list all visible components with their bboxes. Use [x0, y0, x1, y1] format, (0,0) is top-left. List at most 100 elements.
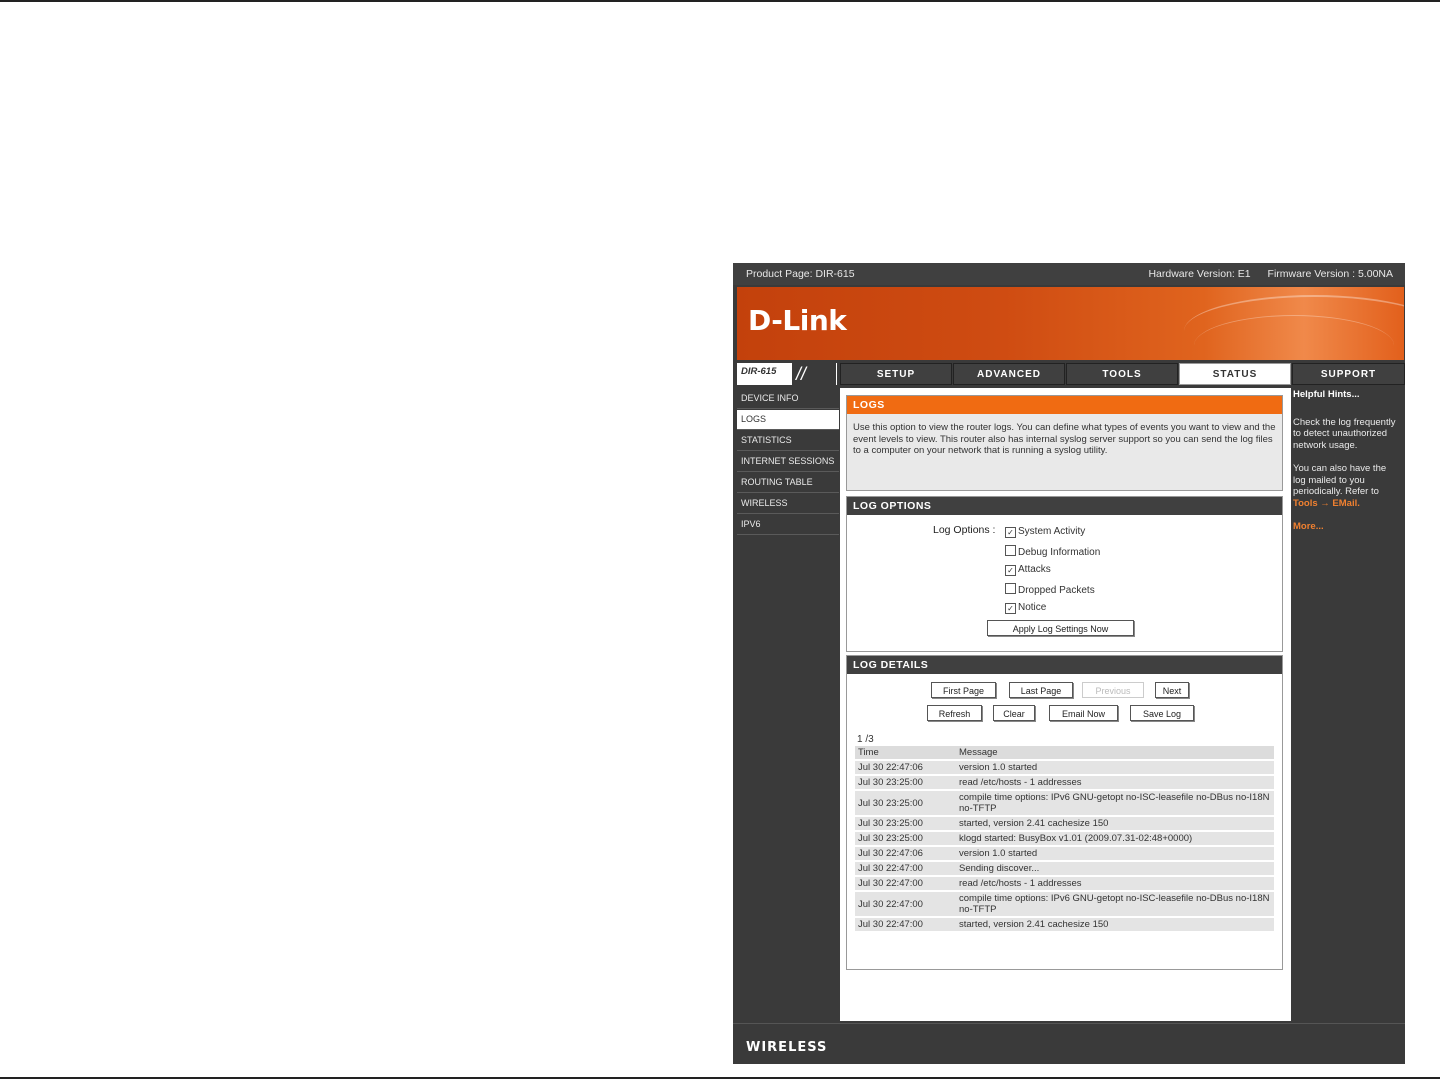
option-dropped-packets[interactable]: Dropped Packets: [1005, 583, 1095, 596]
helpful-hints: Helpful Hints... Check the log frequentl…: [1293, 389, 1401, 545]
log-time-cell: Jul 30 23:25:00: [855, 791, 956, 815]
log-time-cell: Jul 30 22:47:00: [855, 918, 956, 931]
table-row: Jul 30 22:47:00 Sending discover...: [855, 862, 1274, 875]
table-row: Jul 30 23:25:00 read /etc/hosts - 1 addre…: [855, 776, 1274, 789]
email-now-button[interactable]: Email Now: [1049, 705, 1118, 721]
hint-text-2: You can also have the log mailed to you …: [1293, 463, 1387, 497]
checkbox-system-activity[interactable]: ✓: [1005, 527, 1016, 538]
sidebar-item-routing-table[interactable]: ROUTING TABLE: [737, 473, 839, 493]
log-options-panel: LOG OPTIONS Log Options : ✓ System Activi…: [846, 496, 1283, 652]
tab-status[interactable]: STATUS: [1179, 363, 1291, 385]
product-page-link[interactable]: Product Page: DIR-615: [746, 268, 855, 280]
firmware-version: Firmware Version : 5.00NA: [1267, 268, 1393, 280]
log-time-cell: Jul 30 22:47:00: [855, 892, 956, 916]
hint-paragraph-2: You can also have the log mailed to you …: [1293, 463, 1401, 509]
more-link[interactable]: More...: [1293, 521, 1324, 532]
table-row: Jul 30 23:25:00 started, version 2.41 cac…: [855, 817, 1274, 830]
clear-button[interactable]: Clear: [993, 705, 1035, 721]
sidebar: DEVICE INFO LOGS STATISTICS INTERNET SES…: [737, 389, 839, 536]
table-row: Jul 30 23:25:00 klogd started: BusyBox v1…: [855, 832, 1274, 845]
log-message-cell: compile time options: IPv6 GNU-getopt no…: [956, 791, 1274, 815]
main-content: LOGS Use this option to view the router …: [840, 388, 1291, 1021]
sidebar-item-logs[interactable]: LOGS: [737, 410, 839, 430]
hints-title: Helpful Hints...: [1293, 389, 1360, 400]
column-header-time: Time: [855, 746, 956, 759]
hint-paragraph-1: Check the log frequently to detect unaut…: [1293, 416, 1396, 451]
tab-tools[interactable]: TOOLS: [1066, 363, 1178, 385]
sidebar-item-wireless[interactable]: WIRELESS: [737, 494, 839, 514]
log-message-cell: version 1.0 started: [956, 847, 1274, 860]
previous-button[interactable]: Previous: [1082, 682, 1144, 698]
sidebar-item-device-info[interactable]: DEVICE INFO: [737, 389, 839, 409]
checkbox-notice[interactable]: ✓: [1005, 603, 1016, 614]
table-row: Jul 30 22:47:06 version 1.0 started: [855, 847, 1274, 860]
log-time-cell: Jul 30 22:47:00: [855, 877, 956, 890]
option-debug-information[interactable]: Debug Information: [1005, 545, 1100, 558]
table-row: Jul 30 22:47:06 version 1.0 started: [855, 761, 1274, 774]
option-label: Dropped Packets: [1018, 585, 1095, 596]
dlink-logo: D-Link: [748, 304, 847, 337]
option-label: System Activity: [1018, 526, 1086, 537]
log-options-label: Log Options :: [933, 524, 996, 536]
tools-email-link[interactable]: Tools → EMail.: [1293, 498, 1360, 509]
hardware-version: Hardware Version: E1: [1148, 268, 1251, 280]
first-page-button[interactable]: First Page: [931, 682, 996, 698]
log-table-header: Time Message: [855, 746, 1274, 759]
log-time-cell: Jul 30 22:47:06: [855, 761, 956, 774]
column-header-message: Message: [956, 746, 1274, 759]
log-time-cell: Jul 30 22:47:00: [855, 862, 956, 875]
sidebar-item-ipv6[interactable]: IPV6: [737, 515, 839, 535]
log-table: Time Message Jul 30 22:47:06 version 1.0 …: [855, 744, 1274, 933]
log-message-cell: version 1.0 started: [956, 761, 1274, 774]
logs-panel-title: LOGS: [847, 396, 1282, 414]
log-time-cell: Jul 30 23:25:00: [855, 776, 956, 789]
main-nav: DIR-615 // SETUP ADVANCED TOOLS STATUS S…: [733, 362, 1405, 386]
log-message-cell: started, version 2.41 cachesize 150: [956, 918, 1274, 931]
model-label: DIR-615: [741, 366, 777, 377]
top-info-bar: Product Page: DIR-615 Hardware Version: …: [733, 263, 1405, 285]
footer-bar: WIRELESS: [733, 1023, 1405, 1064]
logs-intro-panel: LOGS Use this option to view the router …: [846, 395, 1283, 491]
sidebar-item-internet-sessions[interactable]: INTERNET SESSIONS: [737, 452, 839, 472]
log-time-cell: Jul 30 23:25:00: [855, 817, 956, 830]
log-time-cell: Jul 30 23:25:00: [855, 832, 956, 845]
option-attacks[interactable]: ✓ Attacks: [1005, 564, 1051, 576]
option-label: Debug Information: [1018, 547, 1101, 558]
log-message-cell: started, version 2.41 cachesize 150: [956, 817, 1274, 830]
version-info: Hardware Version: E1 Firmware Version : …: [1134, 268, 1393, 280]
last-page-button[interactable]: Last Page: [1009, 682, 1073, 698]
log-message-cell: klogd started: BusyBox v1.01 (2009.07.31…: [956, 832, 1274, 845]
option-system-activity[interactable]: ✓ System Activity: [1005, 526, 1085, 538]
log-details-panel: LOG DETAILS First Page Last Page Previou…: [846, 655, 1283, 970]
logs-description: Use this option to view the router logs.…: [853, 422, 1276, 456]
option-notice[interactable]: ✓ Notice: [1005, 602, 1046, 614]
apply-log-settings-button[interactable]: Apply Log Settings Now: [987, 620, 1134, 636]
next-button[interactable]: Next: [1155, 682, 1189, 698]
log-time-cell: Jul 30 22:47:06: [855, 847, 956, 860]
table-row: Jul 30 22:47:00 read /etc/hosts - 1 addre…: [855, 877, 1274, 890]
option-label: Attacks: [1018, 564, 1051, 575]
log-details-title: LOG DETAILS: [847, 656, 1282, 674]
sidebar-item-statistics[interactable]: STATISTICS: [737, 431, 839, 451]
page-top-rule: [0, 0, 1440, 2]
table-row: Jul 30 22:47:00 started, version 2.41 cac…: [855, 918, 1274, 931]
save-log-button[interactable]: Save Log: [1130, 705, 1194, 721]
page-bottom-rule: [0, 1077, 1440, 1079]
log-options-title: LOG OPTIONS: [847, 497, 1282, 515]
tab-setup[interactable]: SETUP: [840, 363, 952, 385]
log-message-cell: Sending discover...: [956, 862, 1274, 875]
tab-advanced[interactable]: ADVANCED: [953, 363, 1065, 385]
tab-support[interactable]: SUPPORT: [1292, 363, 1405, 385]
wireless-footer-logo: WIRELESS: [746, 1040, 828, 1055]
log-message-cell: read /etc/hosts - 1 addresses: [956, 877, 1274, 890]
checkbox-dropped-packets[interactable]: [1005, 583, 1016, 594]
model-badge: DIR-615 //: [737, 363, 837, 385]
checkbox-attacks[interactable]: ✓: [1005, 565, 1016, 576]
refresh-button[interactable]: Refresh: [927, 705, 982, 721]
option-label: Notice: [1018, 602, 1047, 613]
router-admin-screenshot: Product Page: DIR-615 Hardware Version: …: [733, 263, 1405, 1064]
table-row: Jul 30 23:25:00 compile time options: IPv…: [855, 791, 1274, 815]
checkbox-debug-information[interactable]: [1005, 545, 1016, 556]
log-message-cell: compile time options: IPv6 GNU-getopt no…: [956, 892, 1274, 916]
slash-divider-icon: //: [792, 363, 836, 385]
